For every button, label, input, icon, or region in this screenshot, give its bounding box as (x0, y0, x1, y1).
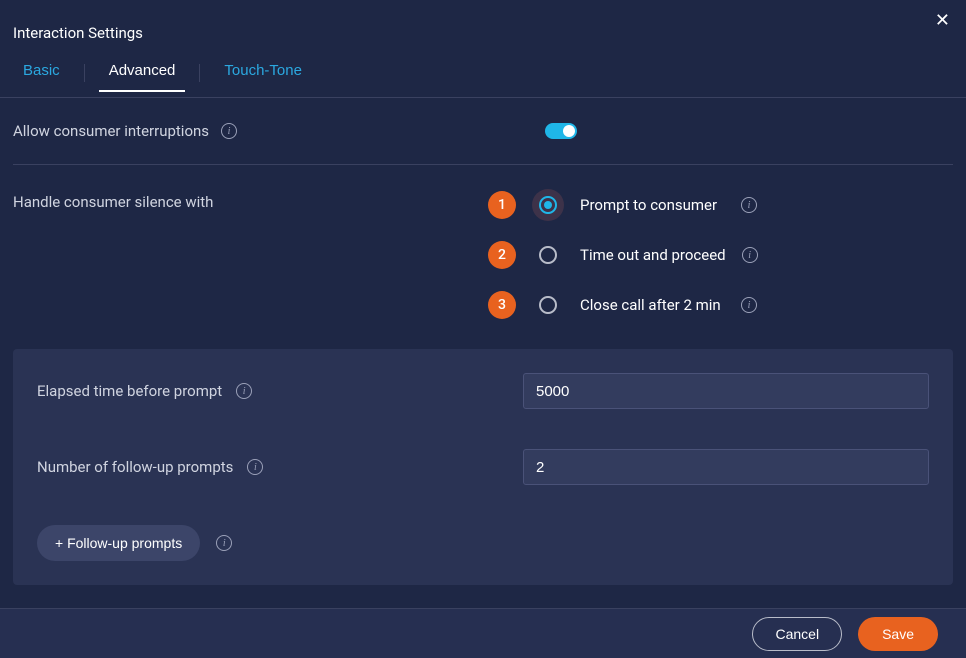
tabs-bar: Basic Advanced Touch-Tone (0, 54, 966, 98)
num-followups-row: Number of follow-up prompts i (37, 449, 929, 485)
elapsed-time-row: Elapsed time before prompt i (37, 373, 929, 409)
allow-interruptions-toggle[interactable] (545, 123, 577, 139)
setting-handle-silence: Handle consumer silence with 1 Prompt to… (13, 165, 953, 345)
option-number-badge: 3 (488, 291, 516, 319)
num-followups-input[interactable] (523, 449, 929, 485)
tab-separator (84, 64, 85, 82)
tab-advanced[interactable]: Advanced (99, 54, 186, 91)
tab-separator (199, 64, 200, 82)
silence-option-close: 3 Close call after 2 min i (488, 289, 758, 321)
num-followups-label: Number of follow-up prompts (37, 458, 233, 476)
setting-allow-interruptions: Allow consumer interruptions i (13, 98, 953, 165)
add-followup-prompts-button[interactable]: + Follow-up prompts (37, 525, 200, 561)
radio-label: Prompt to consumer (580, 196, 725, 214)
info-icon[interactable]: i (742, 247, 758, 263)
dialog-title: Interaction Settings (0, 0, 966, 54)
save-button[interactable]: Save (858, 617, 938, 651)
radio-prompt-consumer[interactable] (532, 189, 564, 221)
prompt-settings-panel: Elapsed time before prompt i Number of f… (13, 349, 953, 585)
radio-label: Close call after 2 min (580, 296, 725, 314)
elapsed-time-label: Elapsed time before prompt (37, 382, 222, 400)
silence-option-prompt: 1 Prompt to consumer i (488, 189, 758, 221)
radio-timeout-proceed[interactable] (532, 239, 564, 271)
silence-option-timeout: 2 Time out and proceed i (488, 239, 758, 271)
info-icon[interactable]: i (247, 459, 263, 475)
info-icon[interactable]: i (741, 297, 757, 313)
radio-close-call[interactable] (532, 289, 564, 321)
dialog-footer: Cancel Save (0, 608, 966, 658)
handle-silence-label: Handle consumer silence with (13, 193, 213, 211)
info-icon[interactable]: i (741, 197, 757, 213)
handle-silence-options: 1 Prompt to consumer i 2 Time out and pr… (488, 189, 758, 321)
radio-label: Time out and proceed (580, 246, 726, 264)
tab-basic[interactable]: Basic (13, 54, 70, 91)
panel-actions: + Follow-up prompts i (37, 525, 929, 561)
info-icon[interactable]: i (236, 383, 252, 399)
option-number-badge: 2 (488, 241, 516, 269)
elapsed-time-input[interactable] (523, 373, 929, 409)
option-number-badge: 1 (488, 191, 516, 219)
close-icon[interactable]: ✕ (935, 10, 950, 31)
info-icon[interactable]: i (221, 123, 237, 139)
info-icon[interactable]: i (216, 535, 232, 551)
cancel-button[interactable]: Cancel (752, 617, 842, 651)
allow-interruptions-label: Allow consumer interruptions (13, 122, 209, 140)
tab-touchtone[interactable]: Touch-Tone (214, 54, 312, 91)
